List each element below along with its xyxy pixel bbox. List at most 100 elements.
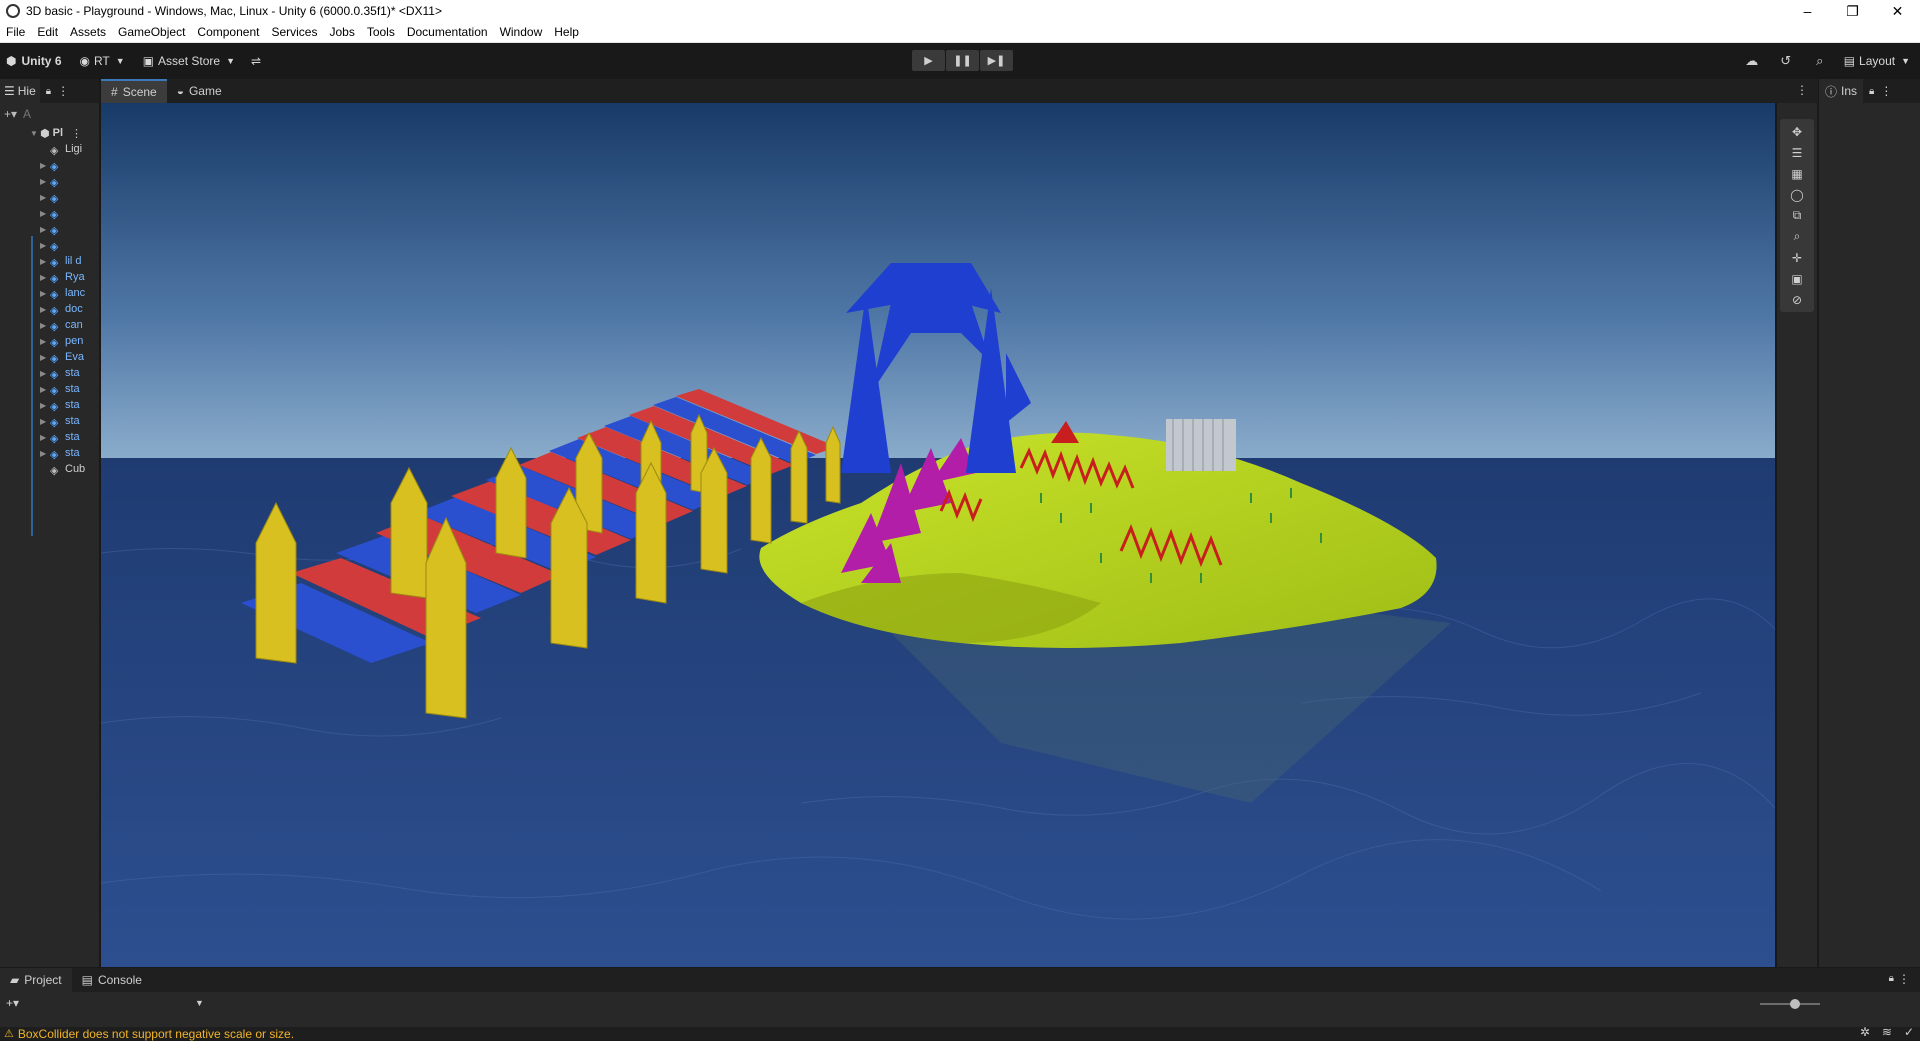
expand-arrow-icon[interactable]: ▶ [40, 177, 50, 186]
pause-button[interactable]: ❚❚ [946, 50, 979, 71]
cloud-icon[interactable]: ☁ [1742, 51, 1762, 71]
maximize-button[interactable]: ❐ [1830, 0, 1875, 22]
grid-snap-icon[interactable]: ▦ [1784, 164, 1810, 183]
hierarchy-item[interactable]: ▶ ◈ Rya [0, 269, 99, 285]
expand-arrow-icon[interactable]: ▶ [40, 257, 50, 266]
inspector-tab[interactable]: ⓘ Ins [1819, 79, 1864, 103]
add-icon[interactable]: +▾ [6, 996, 19, 1010]
scene-viewport[interactable] [101, 103, 1775, 967]
hierarchy-item[interactable]: ▶ ◈ Eva [0, 349, 99, 365]
rt-dropdown[interactable]: ◉ RT ▼ [74, 50, 131, 72]
expand-arrow-icon[interactable]: ▶ [40, 321, 50, 330]
kebab-menu-icon[interactable]: ⋮ [1898, 972, 1910, 986]
tab-game[interactable]: ◒ Game [167, 79, 232, 103]
hierarchy-item[interactable]: ▶ ◈ sta [0, 445, 99, 461]
kebab-menu-icon[interactable]: ⋮ [57, 84, 69, 98]
menu-help[interactable]: Help [548, 25, 585, 39]
layout-dropdown[interactable]: ▤ Layout ▼ [1844, 50, 1910, 72]
hierarchy-item[interactable]: ▶ ◈ [0, 189, 99, 205]
tab-scene[interactable]: # Scene [101, 79, 167, 103]
menu-edit[interactable]: Edit [31, 25, 64, 39]
asset-store-button[interactable]: ▣ Asset Store ▼ [137, 50, 241, 72]
hierarchy-item[interactable]: ▶ ◈ doc [0, 301, 99, 317]
transform-settings-icon[interactable]: ☰ [1784, 143, 1810, 162]
hierarchy-item[interactable]: ◈ Ligi [0, 141, 99, 157]
expand-arrow-icon[interactable]: ▶ [40, 369, 50, 378]
layers-icon[interactable]: ⧉ [1784, 206, 1810, 225]
minimize-button[interactable]: – [1785, 0, 1830, 22]
kebab-menu-icon[interactable]: ⋮ [1880, 84, 1892, 98]
hierarchy-scene-row[interactable]: ▼ ⬢ Pl ⋮ [0, 125, 99, 141]
account-button[interactable]: ⬢ Unity 6 [0, 50, 68, 72]
expand-arrow-icon[interactable]: ▶ [40, 401, 50, 410]
history-icon[interactable]: ↺ [1776, 51, 1796, 71]
menu-services[interactable]: Services [265, 25, 323, 39]
menu-jobs[interactable]: Jobs [323, 25, 360, 39]
tab-project[interactable]: ▰ Project [0, 968, 72, 992]
version-control-icon[interactable]: ⇌ [245, 50, 267, 72]
pan-tool-icon[interactable]: ✛ [1784, 248, 1810, 267]
expand-arrow-icon[interactable]: ▶ [40, 193, 50, 202]
lock-icon[interactable]: 🔒︎ [1889, 973, 1894, 984]
expand-arrow-icon[interactable]: ▶ [40, 337, 50, 346]
hierarchy-item[interactable]: ▶ ◈ [0, 157, 99, 173]
expand-arrow-icon[interactable]: ▶ [40, 289, 50, 298]
hierarchy-item[interactable]: ▶ ◈ lanc [0, 285, 99, 301]
check-icon[interactable]: ✓ [1904, 1025, 1914, 1039]
expand-arrow-icon[interactable]: ▶ [40, 161, 50, 170]
slider-handle[interactable] [1790, 999, 1800, 1009]
expand-arrow-icon[interactable]: ▼ [30, 129, 40, 138]
menu-assets[interactable]: Assets [64, 25, 112, 39]
close-button[interactable]: ✕ [1875, 0, 1920, 22]
hierarchy-item[interactable]: ◈ Cub [0, 461, 99, 477]
hierarchy-item[interactable]: ▶ ◈ sta [0, 429, 99, 445]
hierarchy-item[interactable]: ▶ ◈ [0, 173, 99, 189]
expand-arrow-icon[interactable]: ▶ [40, 353, 50, 362]
move-tool-icon[interactable]: ✥ [1784, 122, 1810, 141]
expand-arrow-icon[interactable]: ▶ [40, 449, 50, 458]
add-icon[interactable]: +▾ [4, 107, 17, 121]
expand-arrow-icon[interactable]: ▶ [40, 417, 50, 426]
hierarchy-item[interactable]: ▶ ◈ sta [0, 413, 99, 429]
hierarchy-item[interactable]: ▶ ◈ [0, 221, 99, 237]
step-button[interactable]: ▶❚ [980, 50, 1013, 71]
gizmo-icon[interactable]: ⊘ [1784, 290, 1810, 309]
expand-arrow-icon[interactable]: ▶ [40, 273, 50, 282]
menu-gameobject[interactable]: GameObject [112, 25, 191, 39]
hierarchy-item[interactable]: ▶ ◈ sta [0, 365, 99, 381]
status-message[interactable]: BoxCollider does not support negative sc… [18, 1027, 294, 1041]
search-icon[interactable]: ⌕ [1810, 51, 1830, 71]
tab-console[interactable]: ▤ Console [72, 968, 152, 992]
hierarchy-search-input[interactable]: A [23, 107, 31, 121]
menu-documentation[interactable]: Documentation [401, 25, 494, 39]
layers-icon[interactable]: ≋ [1882, 1025, 1892, 1039]
hierarchy-item[interactable]: ▶ ◈ [0, 237, 99, 253]
rotate-tool-icon[interactable]: ◯ [1784, 185, 1810, 204]
menu-window[interactable]: Window [494, 25, 549, 39]
hierarchy-item[interactable]: ▶ ◈ [0, 205, 99, 221]
kebab-menu-icon[interactable]: ⋮ [71, 127, 82, 140]
menu-file[interactable]: File [0, 25, 31, 39]
play-button[interactable]: ▶ [912, 50, 945, 71]
lock-icon[interactable]: 🔒︎ [46, 86, 51, 97]
hierarchy-item[interactable]: ▶ ◈ lil d [0, 253, 99, 269]
expand-arrow-icon[interactable]: ▶ [40, 225, 50, 234]
camera-icon[interactable]: ▣ [1784, 269, 1810, 288]
expand-arrow-icon[interactable]: ▶ [40, 209, 50, 218]
menu-tools[interactable]: Tools [361, 25, 401, 39]
expand-arrow-icon[interactable]: ▶ [40, 433, 50, 442]
expand-arrow-icon[interactable]: ▶ [40, 305, 50, 314]
expand-arrow-icon[interactable]: ▶ [40, 385, 50, 394]
menu-component[interactable]: Component [191, 25, 265, 39]
kebab-menu-icon[interactable]: ⋮ [1796, 83, 1808, 97]
icon-size-slider[interactable] [1760, 999, 1820, 1009]
hierarchy-item[interactable]: ▶ ◈ sta [0, 397, 99, 413]
chevron-down-icon[interactable]: ▼ [195, 998, 204, 1008]
debug-icon[interactable]: ✲ [1860, 1025, 1870, 1039]
hierarchy-tab[interactable]: ☰ Hie [0, 79, 40, 103]
hierarchy-item[interactable]: ▶ ◈ can [0, 317, 99, 333]
expand-arrow-icon[interactable]: ▶ [40, 241, 50, 250]
zoom-icon[interactable]: ⌕ [1784, 227, 1810, 246]
hierarchy-item[interactable]: ▶ ◈ pen [0, 333, 99, 349]
hierarchy-item[interactable]: ▶ ◈ sta [0, 381, 99, 397]
